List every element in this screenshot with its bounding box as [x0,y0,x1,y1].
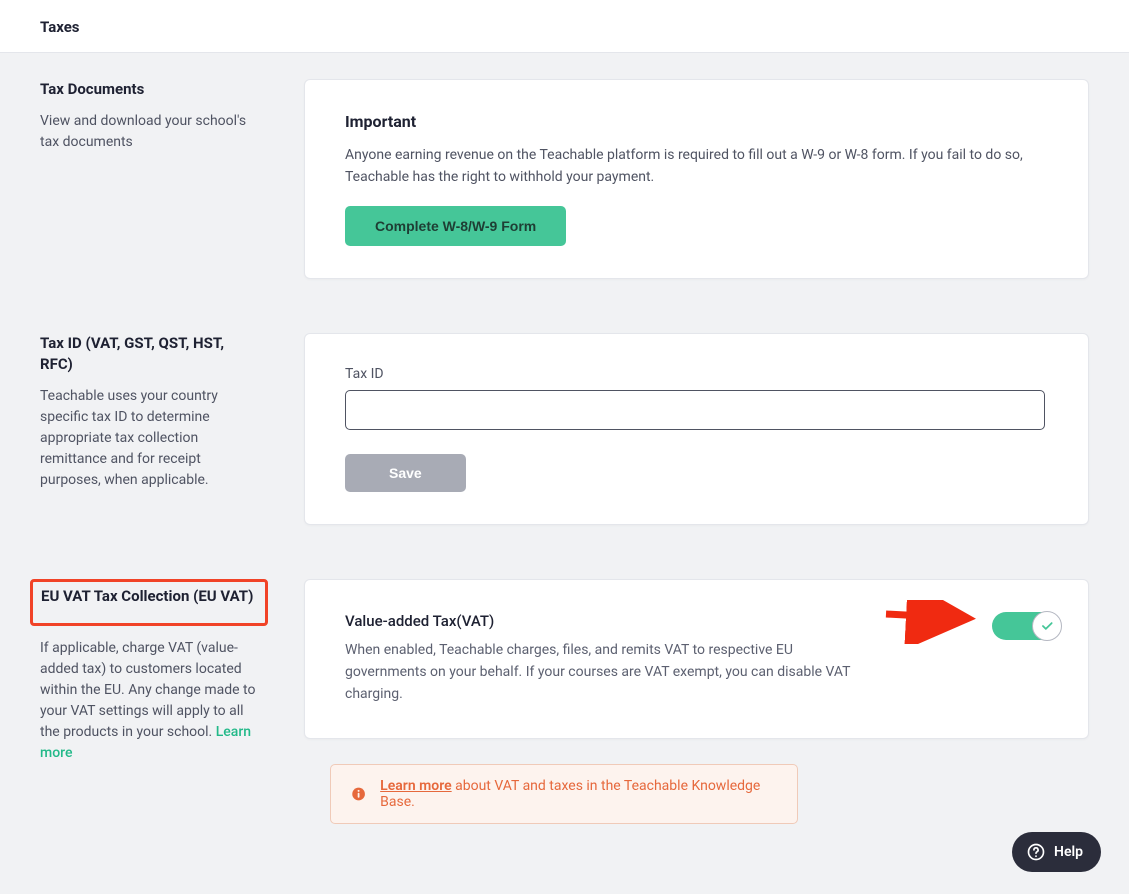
side-eu-vat: EU VAT Tax Collection (EU VAT) If applic… [40,579,260,763]
side-desc: If applicable, charge VAT (value-added t… [40,638,260,764]
side-tax-documents: Tax Documents View and download your sch… [40,79,260,153]
panel-eu-vat: Value-added Tax(VAT) When enabled, Teach… [304,579,1089,739]
save-button[interactable]: Save [345,454,466,492]
help-button[interactable]: Help [1012,832,1101,872]
check-icon [1040,619,1054,633]
vat-text: Value-added Tax(VAT) When enabled, Teach… [345,612,875,705]
card-tax-id: Tax ID Save [304,333,1089,525]
card-heading: Important [345,112,1048,131]
help-icon [1026,842,1046,862]
tax-id-input[interactable] [345,390,1045,430]
side-title: EU VAT Tax Collection (EU VAT) [41,586,259,606]
info-learn-more-link[interactable]: Learn more [380,778,451,794]
info-text: Learn more about VAT and taxes in the Te… [380,778,777,810]
side-title: Tax ID (VAT, GST, QST, HST, RFC) [40,333,260,374]
help-label: Help [1054,844,1083,860]
side-tax-id: Tax ID (VAT, GST, QST, HST, RFC) Teachab… [40,333,260,491]
tax-id-label: Tax ID [345,366,1048,382]
toggle-knob [1032,611,1062,641]
info-icon [351,786,366,802]
page-header: Taxes [0,0,1129,53]
card-important: Important Anyone earning revenue on the … [304,79,1089,279]
page-title: Taxes [40,18,1089,36]
section-eu-vat: EU VAT Tax Collection (EU VAT) If applic… [40,579,1089,763]
panel-tax-id: Tax ID Save [304,333,1089,525]
side-desc: Teachable uses your country specific tax… [40,386,260,491]
highlight-annotation: EU VAT Tax Collection (EU VAT) [30,579,268,625]
card-body: Anyone earning revenue on the Teachable … [345,145,1048,188]
side-title: Tax Documents [40,79,260,99]
vat-heading: Value-added Tax(VAT) [345,612,875,630]
complete-w8w9-button[interactable]: Complete W-8/W-9 Form [345,206,566,246]
vat-body: When enabled, Teachable charges, files, … [345,640,875,705]
panel-tax-documents: Important Anyone earning revenue on the … [304,79,1089,279]
page-content: Tax Documents View and download your sch… [0,53,1129,784]
section-tax-documents: Tax Documents View and download your sch… [40,79,1089,279]
card-vat: Value-added Tax(VAT) When enabled, Teach… [304,579,1089,739]
side-desc: View and download your school's tax docu… [40,111,260,153]
info-bar: Learn more about VAT and taxes in the Te… [330,764,798,824]
vat-row: Value-added Tax(VAT) When enabled, Teach… [345,612,1048,705]
section-tax-id: Tax ID (VAT, GST, QST, HST, RFC) Teachab… [40,333,1089,525]
vat-toggle[interactable] [992,612,1048,640]
